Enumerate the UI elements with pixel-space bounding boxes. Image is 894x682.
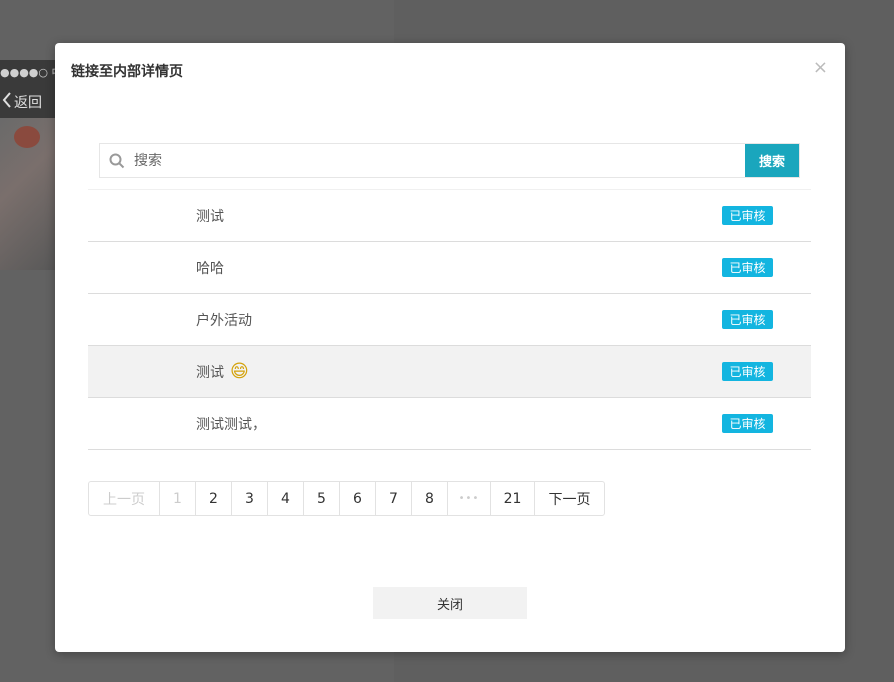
list-item[interactable]: 测试 😄 已审核 — [88, 346, 811, 398]
search-input[interactable] — [134, 144, 745, 177]
list-item-title: 测试 😄 — [196, 360, 249, 382]
page-6-button[interactable]: 6 — [339, 482, 375, 515]
list-item[interactable]: 哈哈 已审核 — [88, 242, 811, 294]
status-badge: 已审核 — [722, 362, 773, 381]
list-item[interactable]: 测试 已审核 — [88, 190, 811, 242]
close-icon[interactable]: × — [813, 58, 828, 78]
smile-emoji-icon: 😄 — [230, 360, 249, 382]
page-2-button[interactable]: 2 — [195, 482, 231, 515]
page-3-button[interactable]: 3 — [231, 482, 267, 515]
pagination: 上一页 1 2 3 4 5 6 7 8 ••• 21 下一页 — [88, 481, 605, 516]
list-item[interactable]: 户外活动 已审核 — [88, 294, 811, 346]
pagination-ellipsis: ••• — [447, 482, 490, 515]
page-1-button[interactable]: 1 — [159, 482, 195, 515]
link-dialog: 链接至内部详情页 × 搜索 测试 已审核 哈哈 已审核 户外活动 已审核 测试😄… — [55, 43, 845, 652]
page-7-button[interactable]: 7 — [375, 482, 411, 515]
article-list: 测试 已审核 哈哈 已审核 户外活动 已审核 测试 😄 已审核 测试测试， 已审核 — [88, 189, 811, 450]
status-badge: 已审核 — [722, 414, 773, 433]
list-item-title: 测试测试， — [196, 416, 266, 433]
list-item-title: 测试 — [196, 208, 224, 225]
next-page-button[interactable]: 下一页 — [534, 482, 604, 515]
page-last-button[interactable]: 21 — [490, 482, 534, 515]
status-badge: 已审核 — [722, 310, 773, 329]
phone-back-label: 返回 — [14, 95, 42, 111]
search-bar: 搜索 — [99, 143, 800, 178]
list-item-title: 哈哈 — [196, 260, 224, 277]
prev-page-button[interactable]: 上一页 — [89, 482, 159, 515]
search-button[interactable]: 搜索 — [745, 144, 799, 177]
chevron-left-icon — [2, 92, 12, 112]
page-4-button[interactable]: 4 — [267, 482, 303, 515]
phone-status-bar: ●●●●○ 中国 — [0, 66, 56, 79]
close-dialog-button[interactable]: 关闭 — [373, 587, 527, 619]
flower-image — [14, 126, 40, 148]
page-8-button[interactable]: 8 — [411, 482, 447, 515]
search-icon — [100, 144, 134, 177]
status-badge: 已审核 — [722, 258, 773, 277]
page-5-button[interactable]: 5 — [303, 482, 339, 515]
dialog-title: 链接至内部详情页 — [71, 64, 183, 80]
phone-back-button: 返回 — [2, 92, 42, 112]
phone-preview: ●●●●○ 中国 返回 — [0, 60, 56, 270]
status-badge: 已审核 — [722, 206, 773, 225]
list-item-title: 户外活动 — [196, 312, 252, 329]
list-item[interactable]: 测试测试， 已审核 — [88, 398, 811, 450]
